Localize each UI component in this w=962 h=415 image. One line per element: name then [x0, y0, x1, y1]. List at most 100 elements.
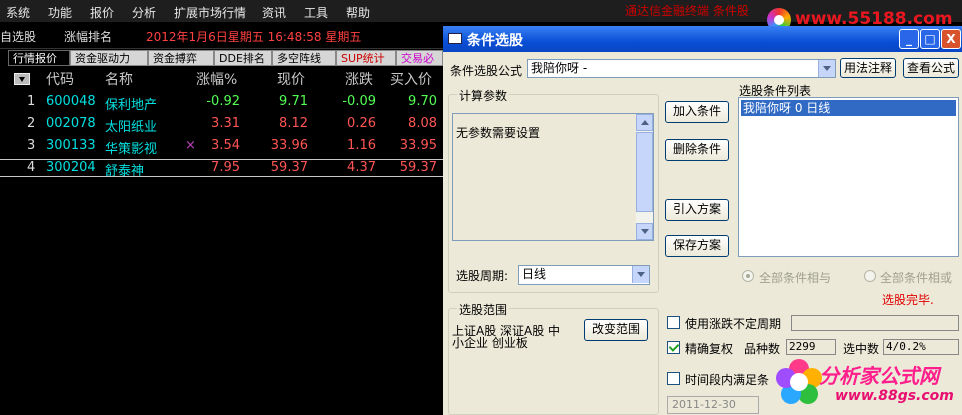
bid-price: 33.95 — [399, 138, 437, 153]
count-field: 2299 — [786, 339, 836, 355]
quote-toolbar: 自选股 涨幅排名 2012年1月6日星期五 16:48:58 星期五 — [0, 22, 443, 49]
watermark-title: 分析家公式网 — [819, 364, 939, 388]
period-label: 选股周期: — [456, 269, 509, 283]
chevron-down-icon[interactable] — [818, 60, 835, 77]
dialog-title: 条件选股 — [467, 33, 523, 49]
menu-quote[interactable]: 报价 — [90, 4, 114, 21]
datetime-display: 2012年1月6日星期五 16:48:58 星期五 — [146, 30, 362, 44]
menu-extended-market[interactable]: 扩展市场行情 — [174, 4, 246, 21]
menu-news[interactable]: 资讯 — [262, 4, 286, 21]
scope-group: 选股范围 上证A股 深证A股 中 小企业 创业板 改变范围 — [448, 301, 659, 415]
pct-change: 3.54 — [211, 138, 240, 153]
params-memo[interactable]: 无参数需要设置 — [452, 113, 654, 241]
list-item[interactable]: 我陪你呀 0 日线 — [741, 100, 956, 116]
col-code[interactable]: 代码 — [46, 69, 74, 89]
tab-quote[interactable]: 行情报价 — [8, 50, 70, 66]
promo-text: 通达信金融终端 条件股 — [625, 4, 749, 18]
price-change: -0.09 — [342, 94, 376, 109]
quote-tab-strip: 行情报价 资金驱动力 资金搏弈 DDE排名 多空阵线 SUP统计 交易必 — [0, 49, 443, 67]
scroll-up-icon[interactable] — [636, 114, 653, 131]
formula-select[interactable]: 我陪你呀 - — [527, 59, 836, 78]
watermark: 分析家公式网 www.88gs.com — [775, 355, 962, 415]
ranking-tab[interactable]: 涨幅排名 — [64, 28, 112, 45]
close-button[interactable]: X — [941, 29, 961, 49]
tab-capital-drive[interactable]: 资金驱动力 — [70, 50, 148, 66]
row-index: 3 — [27, 138, 36, 153]
radio-all-and[interactable] — [742, 270, 754, 282]
row-index: 1 — [27, 94, 36, 109]
use-period-checkbox[interactable] — [667, 316, 680, 329]
params-group: 计算参数 无参数需要设置 选股周期: 日线 — [448, 87, 659, 293]
period-field[interactable] — [791, 315, 959, 331]
pct-change: 3.31 — [211, 116, 240, 131]
radio-all-or[interactable] — [864, 270, 876, 282]
import-scheme-button[interactable]: 引入方案 — [665, 199, 729, 221]
stock-code: 300133 — [46, 138, 96, 153]
menu-system[interactable]: 系统 — [6, 4, 30, 21]
pct-change: -0.92 — [206, 94, 240, 109]
selected-row-highlight — [0, 159, 443, 177]
minimize-button[interactable]: _ — [899, 29, 919, 49]
time-range-checkbox[interactable] — [667, 372, 680, 385]
col-pct[interactable]: 涨幅% — [196, 69, 237, 89]
change-scope-button[interactable]: 改变范围 — [584, 319, 648, 341]
view-formula-button[interactable]: 查看公式 — [903, 58, 959, 78]
usage-notes-button[interactable]: 用法注释 — [840, 58, 896, 78]
maximize-button[interactable]: □ — [920, 29, 940, 49]
params-text: 无参数需要设置 — [456, 126, 541, 140]
params-scrollbar[interactable] — [636, 114, 653, 240]
scope-group-title: 选股范围 — [457, 301, 510, 318]
menu-function[interactable]: 功能 — [48, 4, 72, 21]
tab-sup-stats[interactable]: SUP统计 — [336, 50, 396, 66]
stock-name: 华策影视 — [105, 142, 158, 157]
delete-condition-button[interactable]: 删除条件 — [665, 139, 729, 161]
selected-field: 4/0.2% — [883, 339, 959, 355]
last-price: 8.12 — [279, 116, 308, 131]
add-condition-button[interactable]: 加入条件 — [665, 101, 729, 123]
col-name[interactable]: 名称 — [105, 69, 133, 89]
col-price[interactable]: 现价 — [277, 69, 305, 89]
stock-name: 太阳纸业 — [105, 120, 158, 135]
condition-list[interactable]: 我陪你呀 0 日线 — [738, 97, 959, 257]
scroll-down-icon[interactable] — [636, 223, 653, 240]
row-index: 2 — [27, 116, 36, 131]
col-bid[interactable]: 买入价 — [390, 69, 432, 89]
tab-capital-game[interactable]: 资金搏弈 — [148, 50, 214, 66]
watermark-url: www.88gs.com — [835, 388, 954, 404]
stock-name: 保利地产 — [105, 98, 158, 113]
tab-long-short[interactable]: 多空阵线 — [272, 50, 336, 66]
menu-analysis[interactable]: 分析 — [132, 4, 156, 21]
watchlist-tab[interactable]: 自选股 — [0, 28, 36, 45]
save-scheme-button[interactable]: 保存方案 — [665, 235, 729, 257]
last-price: 33.96 — [270, 138, 308, 153]
sort-dropdown-icon[interactable] — [14, 73, 30, 85]
formula-label: 条件选股公式 — [450, 64, 523, 78]
menu-tools[interactable]: 工具 — [304, 4, 328, 21]
dialog-titlebar[interactable]: 条件选股 _ □ X — [443, 26, 962, 52]
status-text: 选股完毕. — [882, 293, 934, 307]
use-period-label: 使用涨跌不定周期 — [685, 317, 782, 331]
flower-logo-icon — [775, 359, 823, 407]
scroll-thumb[interactable] — [636, 132, 653, 212]
menu-help[interactable]: 帮助 — [346, 4, 370, 21]
price-change: 0.26 — [347, 116, 376, 131]
period-value: 日线 — [522, 267, 547, 281]
period-select[interactable]: 日线 — [518, 265, 650, 285]
radio-all-and-label: 全部条件相与 — [759, 271, 832, 285]
tab-dde-ranking[interactable]: DDE排名 — [214, 50, 272, 66]
params-group-title: 计算参数 — [457, 87, 510, 104]
exact-adjust-label: 精确复权 — [685, 342, 734, 356]
col-change[interactable]: 涨跌 — [345, 69, 373, 89]
price-change: 1.16 — [347, 138, 376, 153]
radio-all-or-label: 全部条件相或 — [880, 271, 953, 285]
bid-price: 8.08 — [408, 116, 437, 131]
exact-adjust-checkbox[interactable] — [667, 341, 680, 354]
time-range-label: 时间段内满足条 — [685, 373, 770, 387]
window-icon — [448, 33, 462, 44]
stock-code: 002078 — [46, 116, 96, 131]
chevron-down-icon[interactable] — [632, 266, 649, 283]
date-picker[interactable]: 2011-12-30 — [667, 396, 759, 414]
last-price: 9.71 — [279, 94, 308, 109]
formula-value: 我陪你呀 - — [531, 61, 588, 75]
tab-trade[interactable]: 交易必 — [396, 50, 443, 66]
